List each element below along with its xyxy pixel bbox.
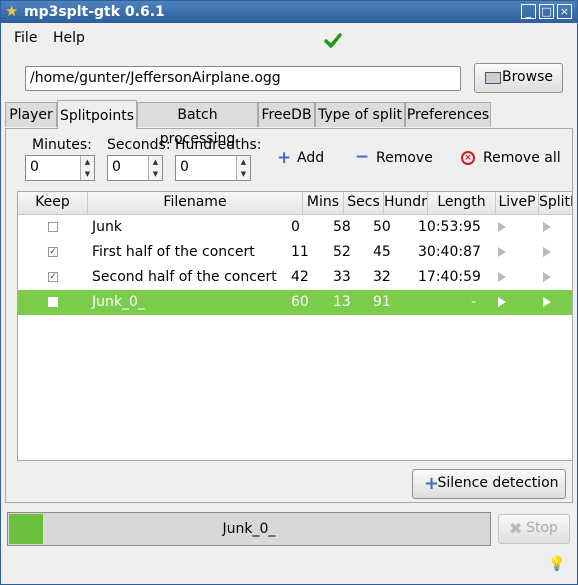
cell-filename: Junk_0_	[92, 294, 145, 310]
stepper-arrows-icon[interactable]: ▲ ▼	[80, 156, 94, 180]
splitp-play-icon[interactable]	[543, 247, 551, 257]
cell-secs: 58	[333, 219, 351, 235]
close-button[interactable]: ×	[557, 4, 572, 19]
cell-length: 17:40:59	[418, 269, 481, 285]
table-header: Keep Filename Mins Secs Hundr Length Liv…	[18, 192, 572, 215]
tab-player[interactable]: Player	[5, 102, 57, 127]
column-splitp[interactable]: SplitP	[539, 192, 572, 214]
stepper-arrows-icon[interactable]: ▲ ▼	[148, 156, 162, 180]
browse-button[interactable]: Browse	[474, 63, 563, 93]
file-path-input[interactable]: /home/gunter/JeffersonAirplane.ogg	[25, 66, 461, 91]
app-window: ★ mp3splt-gtk 0.6.1 _ □ × File Help /hom…	[0, 0, 578, 585]
column-length[interactable]: Length	[428, 192, 496, 214]
keep-checkbox[interactable]: ✓	[48, 272, 58, 282]
lightbulb-icon: 💡	[548, 556, 566, 572]
check-icon	[324, 33, 342, 48]
livep-play-icon[interactable]	[498, 297, 506, 307]
table-row[interactable]: Junk_0_ 60 13 91 -	[18, 290, 572, 315]
remove-label: Remove	[376, 150, 433, 166]
star-icon: ★	[5, 2, 19, 20]
tab-type-of-split[interactable]: Type of split	[315, 102, 405, 127]
stop-icon: ✖	[509, 519, 523, 538]
cell-mins: 60	[291, 294, 309, 310]
seconds-label: Seconds:	[107, 137, 171, 153]
menu-file[interactable]: File	[14, 30, 37, 46]
cell-hundr: 45	[373, 244, 391, 260]
stop-button[interactable]: ✖ Stop	[498, 514, 570, 544]
livep-play-icon[interactable]	[498, 247, 506, 257]
maximize-button[interactable]: □	[539, 4, 554, 19]
folder-icon	[485, 72, 501, 84]
keep-checkbox[interactable]: ✓	[48, 247, 58, 257]
cell-length: 10:53:95	[418, 219, 481, 235]
remove-all-label: Remove all	[483, 150, 561, 166]
plus-icon: +	[424, 473, 440, 494]
add-label: Add	[297, 150, 325, 166]
column-mins[interactable]: Mins	[303, 192, 344, 214]
hundredths-label: Hundredths:	[175, 137, 262, 153]
cell-length: -	[470, 294, 476, 310]
minutes-label: Minutes:	[32, 137, 92, 153]
hundredths-stepper[interactable]: 0 ▲ ▼	[175, 155, 251, 181]
minutes-value: 0	[30, 159, 39, 175]
seconds-value: 0	[112, 159, 121, 175]
splitp-play-icon[interactable]	[543, 297, 551, 307]
splitp-play-icon[interactable]	[543, 272, 551, 282]
cell-hundr: 50	[373, 219, 391, 235]
silence-detection-button[interactable]: + Silence detection	[412, 469, 566, 499]
hundredths-value: 0	[180, 159, 189, 175]
tab-freedb[interactable]: FreeDB	[258, 102, 315, 127]
cell-filename: Junk	[92, 219, 122, 235]
cell-filename: First half of the concert	[92, 244, 255, 260]
title-bar[interactable]: ★ mp3splt-gtk 0.6.1 _ □ ×	[1, 1, 577, 23]
cell-secs: 52	[333, 244, 351, 260]
clear-icon: ×	[461, 151, 475, 165]
cell-secs: 33	[333, 269, 351, 285]
cell-length: 30:40:87	[418, 244, 481, 260]
cell-secs: 13	[333, 294, 351, 310]
browse-label: Browse	[502, 69, 553, 85]
livep-play-icon[interactable]	[498, 272, 506, 282]
cell-filename: Second half of the concert	[92, 269, 277, 285]
seconds-stepper[interactable]: 0 ▲ ▼	[107, 155, 163, 181]
cell-mins: 42	[291, 269, 309, 285]
tab-preferences[interactable]: Preferences	[405, 102, 491, 127]
window-title: mp3splt-gtk 0.6.1	[24, 4, 165, 20]
column-keep[interactable]: Keep	[18, 192, 88, 214]
table-row[interactable]: ✓ Second half of the concert 42 33 32 17:40:5…	[18, 265, 572, 290]
cell-hundr: 91	[373, 294, 391, 310]
table-row[interactable]: Junk 0 58 50 10:53:95	[18, 215, 572, 240]
minimize-button[interactable]: _	[521, 4, 536, 19]
stepper-arrows-icon[interactable]: ▲ ▼	[236, 156, 250, 180]
keep-checkbox[interactable]	[48, 222, 58, 232]
cell-mins: 0	[291, 219, 300, 235]
table-row[interactable]: ✓ First half of the concert 11 52 45 30:40:87	[18, 240, 572, 265]
silence-detection-label: Silence detection	[437, 475, 559, 491]
cell-hundr: 32	[373, 269, 391, 285]
keep-checkbox[interactable]	[48, 297, 58, 307]
tab-batch-processing[interactable]: Batch processing	[137, 102, 258, 147]
splitpoints-table: Keep Filename Mins Secs Hundr Length Liv…	[17, 191, 573, 461]
stop-label: Stop	[526, 520, 558, 536]
column-secs[interactable]: Secs	[344, 192, 384, 214]
tab-splitpoints[interactable]: Splitpoints	[57, 100, 137, 129]
column-filename[interactable]: Filename	[88, 192, 303, 214]
cell-mins: 11	[291, 244, 309, 260]
progress-text: Junk_0_	[222, 521, 276, 537]
minus-icon: −	[355, 147, 370, 167]
menu-help[interactable]: Help	[53, 30, 85, 46]
column-livep[interactable]: LiveP	[496, 192, 539, 214]
minutes-stepper[interactable]: 0 ▲ ▼	[25, 155, 95, 181]
split-progress-bar: Junk_0_	[7, 512, 491, 546]
menu-bar: File Help	[1, 23, 577, 55]
livep-play-icon[interactable]	[498, 222, 506, 232]
splitp-play-icon[interactable]	[543, 222, 551, 232]
column-hundr[interactable]: Hundr	[384, 192, 428, 214]
plus-icon: +	[277, 148, 292, 168]
